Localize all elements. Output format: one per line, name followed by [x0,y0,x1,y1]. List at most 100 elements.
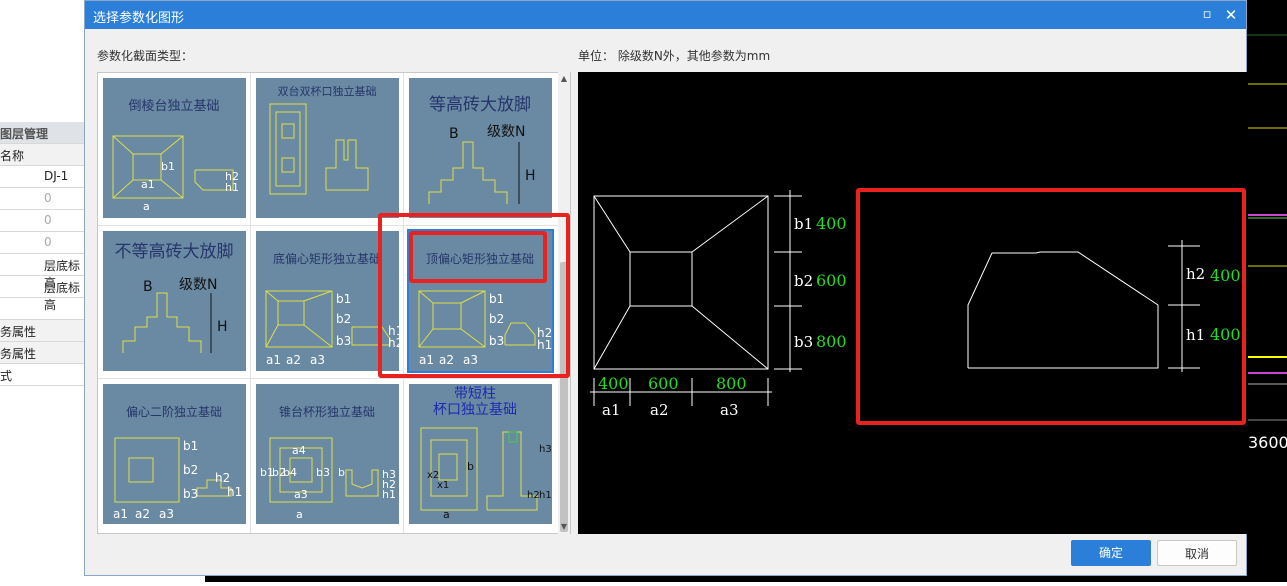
thumb-title: 偏心二阶独立基础 [126,404,222,419]
shape-diagram: 不等高砖大放脚 B 级数N H [115,242,234,353]
svg-text:b3: b3 [183,487,198,501]
svg-text:h1: h1 [382,488,396,501]
thumb-title: 不等高砖大放脚 [115,242,234,262]
shape-thumb-double-cup[interactable]: 双台双杯口独立基础 [256,78,399,218]
property-row[interactable]: 0 [0,232,84,254]
shape-thumb-inverted-frustum[interactable]: 倒棱台独立基础 b1 a1 a h2 h1 [103,78,246,218]
highlight-section-preview [856,188,1246,425]
svg-text:级数N: 级数N [487,124,525,140]
svg-text:b1: b1 [161,160,175,173]
svg-text:b2: b2 [336,312,351,326]
shape-diagram: 倒棱台独立基础 b1 a1 a h2 h1 [112,98,239,213]
close-button[interactable]: ✕ [1222,6,1240,24]
highlight-shape-title [409,231,547,283]
svg-text:级数N: 级数N [179,277,217,293]
thumb-title: 锥台杯形独立基础 [279,404,375,419]
shape-thumb-short-column-cup[interactable]: 带短柱 杯口独立基础 a b x1 x2 h3 h2 h1 [409,384,552,524]
property-row[interactable]: 0 [0,188,84,210]
svg-text:a3: a3 [159,507,174,521]
cad-canvas-lines: 3600 [1247,34,1287,452]
cad-dimension-text: 3600 [1248,433,1287,452]
svg-text:a3: a3 [294,488,308,501]
property-row[interactable]: DJ-1 [0,166,84,188]
shape-thumb-equal-brick-footing[interactable]: 等高砖大放脚 B 级数N H [409,78,552,218]
layer-management-header[interactable]: 图层管理 [0,122,84,144]
dim-label-a2: a2 [650,401,669,419]
svg-text:b1: b1 [336,292,351,306]
cancel-button[interactable]: 取消 [1157,540,1237,566]
thumb-title: 底偏心矩形独立基础 [273,251,381,266]
property-row[interactable]: 0 [0,210,84,232]
dialog-titlebar: 选择参数化图形 ▫ ✕ [85,1,1246,29]
background-cad-canvas: 3600 [1247,0,1287,582]
svg-text:h2: h2 [527,490,540,501]
svg-text:a: a [296,508,303,521]
dim-value-a2: 600 [648,374,679,393]
svg-text:B: B [449,126,459,142]
svg-text:h1: h1 [225,181,239,194]
svg-text:a4: a4 [292,444,306,457]
dim-value-b2: 600 [816,271,847,290]
svg-text:a2: a2 [135,507,150,521]
svg-text:h3: h3 [539,444,552,455]
svg-text:b2: b2 [183,463,198,477]
thumb-title: 杯口独立基础 [433,401,517,418]
svg-text:b1: b1 [183,439,198,453]
property-row[interactable]: 务属性 [0,320,84,342]
dim-label-b3: b3 [794,333,813,351]
shape-diagram: 偏心二阶独立基础 b1 b2 b3 a1 a2 a3 h2 h1 [113,404,242,521]
background-left-panel: 图层管理 名称 DJ-1 0 0 0 层底标高 层底标高 务属性 务属性 式 [0,0,84,582]
svg-text:x1: x1 [437,480,449,491]
svg-text:b3: b3 [316,466,330,479]
shape-diagram: 锥台杯形独立基础 b1 b2 b4 b3 a4 a3 a b h3 h2 h1 [260,404,396,521]
thumb-title: 双台双杯口独立基础 [278,84,377,98]
property-row[interactable]: 名称 [0,144,84,166]
svg-text:a1: a1 [141,178,155,191]
svg-text:h2: h2 [215,471,230,485]
property-row[interactable]: 务属性 [0,342,84,364]
thumb-title: 等高砖大放脚 [429,95,531,115]
svg-text:H: H [217,319,228,335]
svg-text:a2: a2 [286,353,301,367]
shape-thumb-unequal-brick-footing[interactable]: 不等高砖大放脚 B 级数N H [103,231,246,371]
svg-text:B: B [143,279,153,295]
shape-thumb-eccentric-two-step[interactable]: 偏心二阶独立基础 b1 b2 b3 a1 a2 a3 h2 h1 [103,384,246,524]
background-bottom-strip [205,575,1247,582]
scroll-up-icon[interactable]: ▲ [558,74,570,84]
property-row[interactable]: 层底标高 [0,276,84,312]
shape-thumb-frustum-cup[interactable]: 锥台杯形独立基础 b1 b2 b4 b3 a4 a3 a b h3 h2 h1 [256,384,399,524]
thumb-title: 倒棱台独立基础 [128,98,219,114]
svg-text:b4: b4 [283,466,297,479]
svg-text:h1: h1 [227,485,242,499]
property-row[interactable]: 式 [0,364,84,386]
property-row[interactable] [0,298,84,320]
section-type-label: 参数化截面类型： [97,49,194,63]
thumb-title: 带短柱 [454,386,496,402]
ok-button[interactable]: 确定 [1071,540,1151,566]
svg-text:a: a [143,200,150,213]
dim-value-a1: 400 [598,374,629,393]
svg-text:h1: h1 [539,490,552,501]
scroll-down-icon[interactable]: ▼ [558,522,570,532]
shape-diagram: 双台双杯口独立基础 [269,84,377,195]
svg-text:a1: a1 [266,353,281,367]
shape-diagram: 等高砖大放脚 B 级数N H [428,95,536,204]
dim-label-a1: a1 [602,401,621,419]
property-row[interactable]: 层底标高 [0,254,84,290]
svg-text:a1: a1 [113,507,128,521]
property-grid: 图层管理 名称 DJ-1 0 0 0 层底标高 层底标高 务属性 务属性 式 [0,122,84,386]
dim-label-b2: b2 [794,272,813,290]
dim-value-b3: 800 [816,332,847,351]
dialog-title: 选择参数化图形 [93,11,185,26]
svg-text:x2: x2 [427,470,439,481]
svg-text:H: H [525,168,536,184]
svg-text:b3: b3 [336,334,351,348]
dim-value-a3: 800 [716,374,747,393]
shape-diagram: 带短柱 杯口独立基础 a b x1 x2 h3 h2 h1 [420,386,552,521]
svg-text:b: b [467,460,474,473]
maximize-button[interactable]: ▫ [1198,6,1216,24]
unit-label: 单位： 除级数N外，其他参数为mm [578,49,771,63]
dim-label-b1: b1 [794,215,813,233]
svg-text:a3: a3 [310,353,325,367]
svg-text:b: b [338,466,345,479]
